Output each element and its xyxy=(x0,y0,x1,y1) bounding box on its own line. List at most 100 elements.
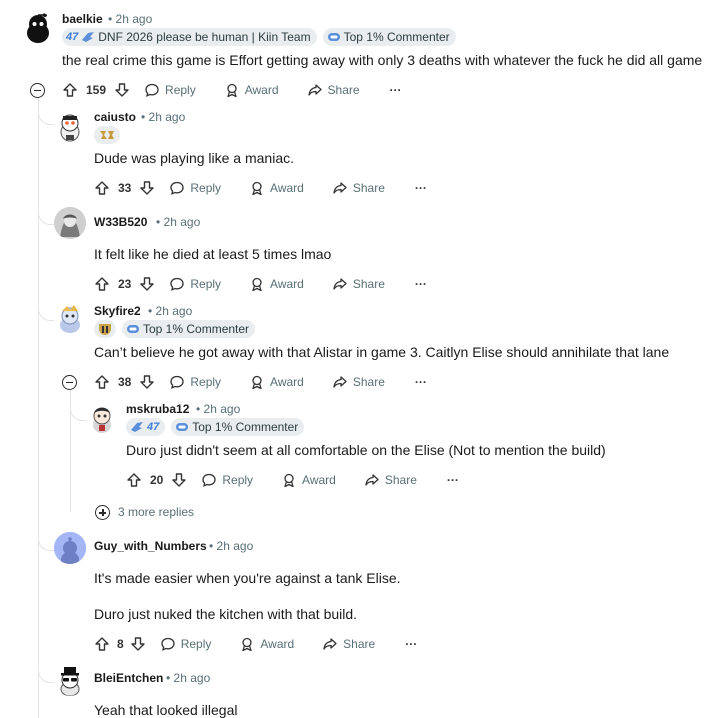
share-label: Share xyxy=(327,83,360,97)
comment-author[interactable]: baelkie xyxy=(62,12,103,26)
reply-button[interactable]: Reply xyxy=(169,276,221,292)
downvote-button[interactable] xyxy=(139,276,155,292)
upvote-button[interactable] xyxy=(94,180,110,196)
vote-count: 33 xyxy=(118,181,132,195)
reply-button[interactable]: Reply xyxy=(160,636,212,652)
collapse-thread-button[interactable] xyxy=(30,83,45,98)
comment-actions: 20 Reply Award Share ··· xyxy=(126,470,459,490)
separator: • xyxy=(209,539,214,553)
downvote-button[interactable] xyxy=(139,374,155,390)
reply-label: Reply xyxy=(165,83,196,97)
comment-body: It felt like he died at least 5 times lm… xyxy=(94,246,332,262)
downvote-button[interactable] xyxy=(171,472,187,488)
more-options-button[interactable]: ··· xyxy=(405,637,417,651)
comment-author[interactable]: Skyfire2 xyxy=(94,304,141,318)
reply-button[interactable]: Reply xyxy=(169,374,221,390)
more-options-button[interactable]: ··· xyxy=(390,83,402,97)
avatar[interactable] xyxy=(54,207,86,239)
reply-label: Reply xyxy=(180,637,212,651)
vote-count: 38 xyxy=(118,375,132,389)
upvote-icon xyxy=(127,473,141,487)
avatar[interactable] xyxy=(54,110,86,142)
award-button[interactable]: Award xyxy=(239,636,294,652)
upvote-button[interactable] xyxy=(62,82,78,98)
reply-button[interactable]: Reply xyxy=(201,472,253,488)
reply-button[interactable]: Reply xyxy=(169,180,221,196)
top-commenter-label: Top 1% Commenter xyxy=(343,30,450,44)
award-button[interactable]: Award xyxy=(249,180,304,196)
more-options-button[interactable]: ··· xyxy=(415,181,427,195)
upvote-button[interactable] xyxy=(94,374,110,390)
reply-icon xyxy=(145,83,159,97)
share-button[interactable]: Share xyxy=(332,276,385,292)
commenter-badge-icon xyxy=(176,423,189,431)
share-button[interactable]: Share xyxy=(322,636,375,652)
user-flairs: Top 1% Commenter xyxy=(94,320,256,338)
user-flairs: 47 Top 1% Commenter xyxy=(126,418,305,436)
award-icon xyxy=(242,637,253,652)
upvote-button[interactable] xyxy=(94,636,110,652)
upvote-icon xyxy=(95,637,109,651)
separator: • xyxy=(108,12,113,26)
award-label: Award xyxy=(270,277,304,291)
thread-curve xyxy=(70,398,87,421)
reply-icon xyxy=(170,181,185,195)
comment-author[interactable]: BleiEntchen xyxy=(94,671,163,685)
separator: • xyxy=(148,304,153,318)
more-options-button[interactable]: ··· xyxy=(415,277,427,291)
downvote-button[interactable] xyxy=(130,636,146,652)
more-replies-link[interactable]: 3 more replies xyxy=(118,505,194,519)
upvote-icon xyxy=(95,375,109,389)
award-button[interactable]: Award xyxy=(249,276,304,292)
comment-time: 2h ago xyxy=(115,12,153,26)
upvote-button[interactable] xyxy=(94,276,110,292)
share-button[interactable]: Share xyxy=(364,472,417,488)
thread-curve xyxy=(38,104,55,125)
comment-actions: 8 Reply Award Share ··· xyxy=(94,634,417,654)
avatar[interactable] xyxy=(54,664,86,696)
bird-icon xyxy=(82,32,95,42)
comment-author[interactable]: mskruba12 xyxy=(126,402,189,416)
comment-meta: • 2h ago xyxy=(108,12,152,26)
downvote-button[interactable] xyxy=(139,180,155,196)
award-button[interactable]: Award xyxy=(224,82,279,98)
share-icon xyxy=(333,182,347,194)
commenter-badge-icon xyxy=(327,33,340,41)
award-button[interactable]: Award xyxy=(281,472,336,488)
reply-button[interactable]: Reply xyxy=(144,82,196,98)
comment-body: Duro just didn't seem at all comfortable… xyxy=(126,442,606,458)
share-label: Share xyxy=(343,637,376,651)
award-button[interactable]: Award xyxy=(249,374,304,390)
avatar[interactable] xyxy=(22,12,54,44)
more-options-button[interactable]: ··· xyxy=(447,473,459,487)
upvote-button[interactable] xyxy=(126,472,142,488)
thread-line-root xyxy=(38,96,39,718)
comment-author[interactable]: caiusto xyxy=(94,110,136,124)
comment-body: Dude was playing like a maniac. xyxy=(94,150,294,166)
share-button[interactable]: Share xyxy=(307,82,360,98)
avatar[interactable] xyxy=(54,532,86,564)
user-flairs: 47 DNF 2026 please be human | Kiin Team … xyxy=(62,28,456,46)
comment-body: Can’t believe he got away with that Alis… xyxy=(94,344,670,360)
comment-time: 2h ago xyxy=(155,304,193,318)
comment-body: the real crime this game is Effort getti… xyxy=(62,52,703,68)
comment-author[interactable]: Guy_with_Numbers xyxy=(94,539,207,553)
reply-icon xyxy=(161,637,175,651)
downvote-button[interactable] xyxy=(114,82,130,98)
team-badge-icon: 47 xyxy=(66,31,79,43)
share-label: Share xyxy=(352,277,385,291)
team-badge-icon: 47 xyxy=(147,421,160,433)
comment-author[interactable]: W33B520 xyxy=(94,215,147,229)
avatar[interactable] xyxy=(86,402,118,434)
comment-meta: • 2h ago xyxy=(156,215,200,229)
separator: • xyxy=(196,402,201,416)
share-button[interactable]: Share xyxy=(332,374,385,390)
expand-replies-icon[interactable] xyxy=(95,505,110,520)
share-button[interactable]: Share xyxy=(332,180,385,196)
collapse-thread-button[interactable] xyxy=(62,375,77,390)
top-commenter-flair: Top 1% Commenter xyxy=(171,418,305,436)
team-flair xyxy=(94,126,120,144)
avatar[interactable] xyxy=(54,303,86,335)
separator: • xyxy=(141,110,146,124)
more-options-button[interactable]: ··· xyxy=(415,375,427,389)
